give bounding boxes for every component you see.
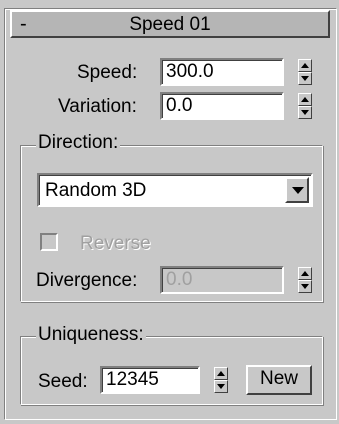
variation-field[interactable]: 0.0 — [160, 92, 284, 120]
variation-spinner-down-icon[interactable] — [298, 106, 312, 119]
rollout-title: Speed 01 — [129, 14, 211, 35]
variation-label: Variation: — [58, 96, 137, 117]
divergence-label: Divergence: — [36, 270, 138, 291]
speed-spinner-up-icon[interactable] — [298, 59, 312, 72]
rollout-header[interactable]: - Speed 01 — [10, 10, 330, 38]
reverse-label: Reverse — [80, 233, 151, 254]
direction-dropdown-value: Random 3D — [45, 180, 147, 201]
reverse-checkbox[interactable] — [40, 233, 58, 251]
seed-spinner-down-icon[interactable] — [214, 380, 228, 393]
speed-label: Speed: — [77, 62, 138, 83]
seed-field[interactable]: 12345 — [100, 366, 200, 394]
direction-dropdown[interactable]: Random 3D — [37, 173, 313, 207]
seed-label: Seed: — [38, 371, 88, 392]
speed-spinner-down-icon[interactable] — [298, 72, 312, 85]
divergence-field[interactable]: 0.0 — [160, 266, 284, 294]
seed-spinner[interactable] — [214, 366, 228, 394]
direction-group-title: Direction: — [36, 132, 121, 154]
divergence-spinner-down-icon[interactable] — [298, 280, 312, 293]
variation-spinner[interactable] — [298, 92, 312, 120]
seed-spinner-up-icon[interactable] — [214, 367, 228, 380]
uniqueness-group-title: Uniqueness: — [36, 324, 146, 346]
variation-spinner-up-icon[interactable] — [298, 93, 312, 106]
speed-spinner[interactable] — [298, 58, 312, 86]
divergence-spinner-up-icon[interactable] — [298, 267, 312, 280]
divergence-spinner[interactable] — [298, 266, 312, 294]
new-seed-button[interactable]: New — [246, 365, 312, 395]
chevron-down-icon[interactable] — [285, 177, 309, 203]
speed-field[interactable]: 300.0 — [160, 58, 284, 86]
